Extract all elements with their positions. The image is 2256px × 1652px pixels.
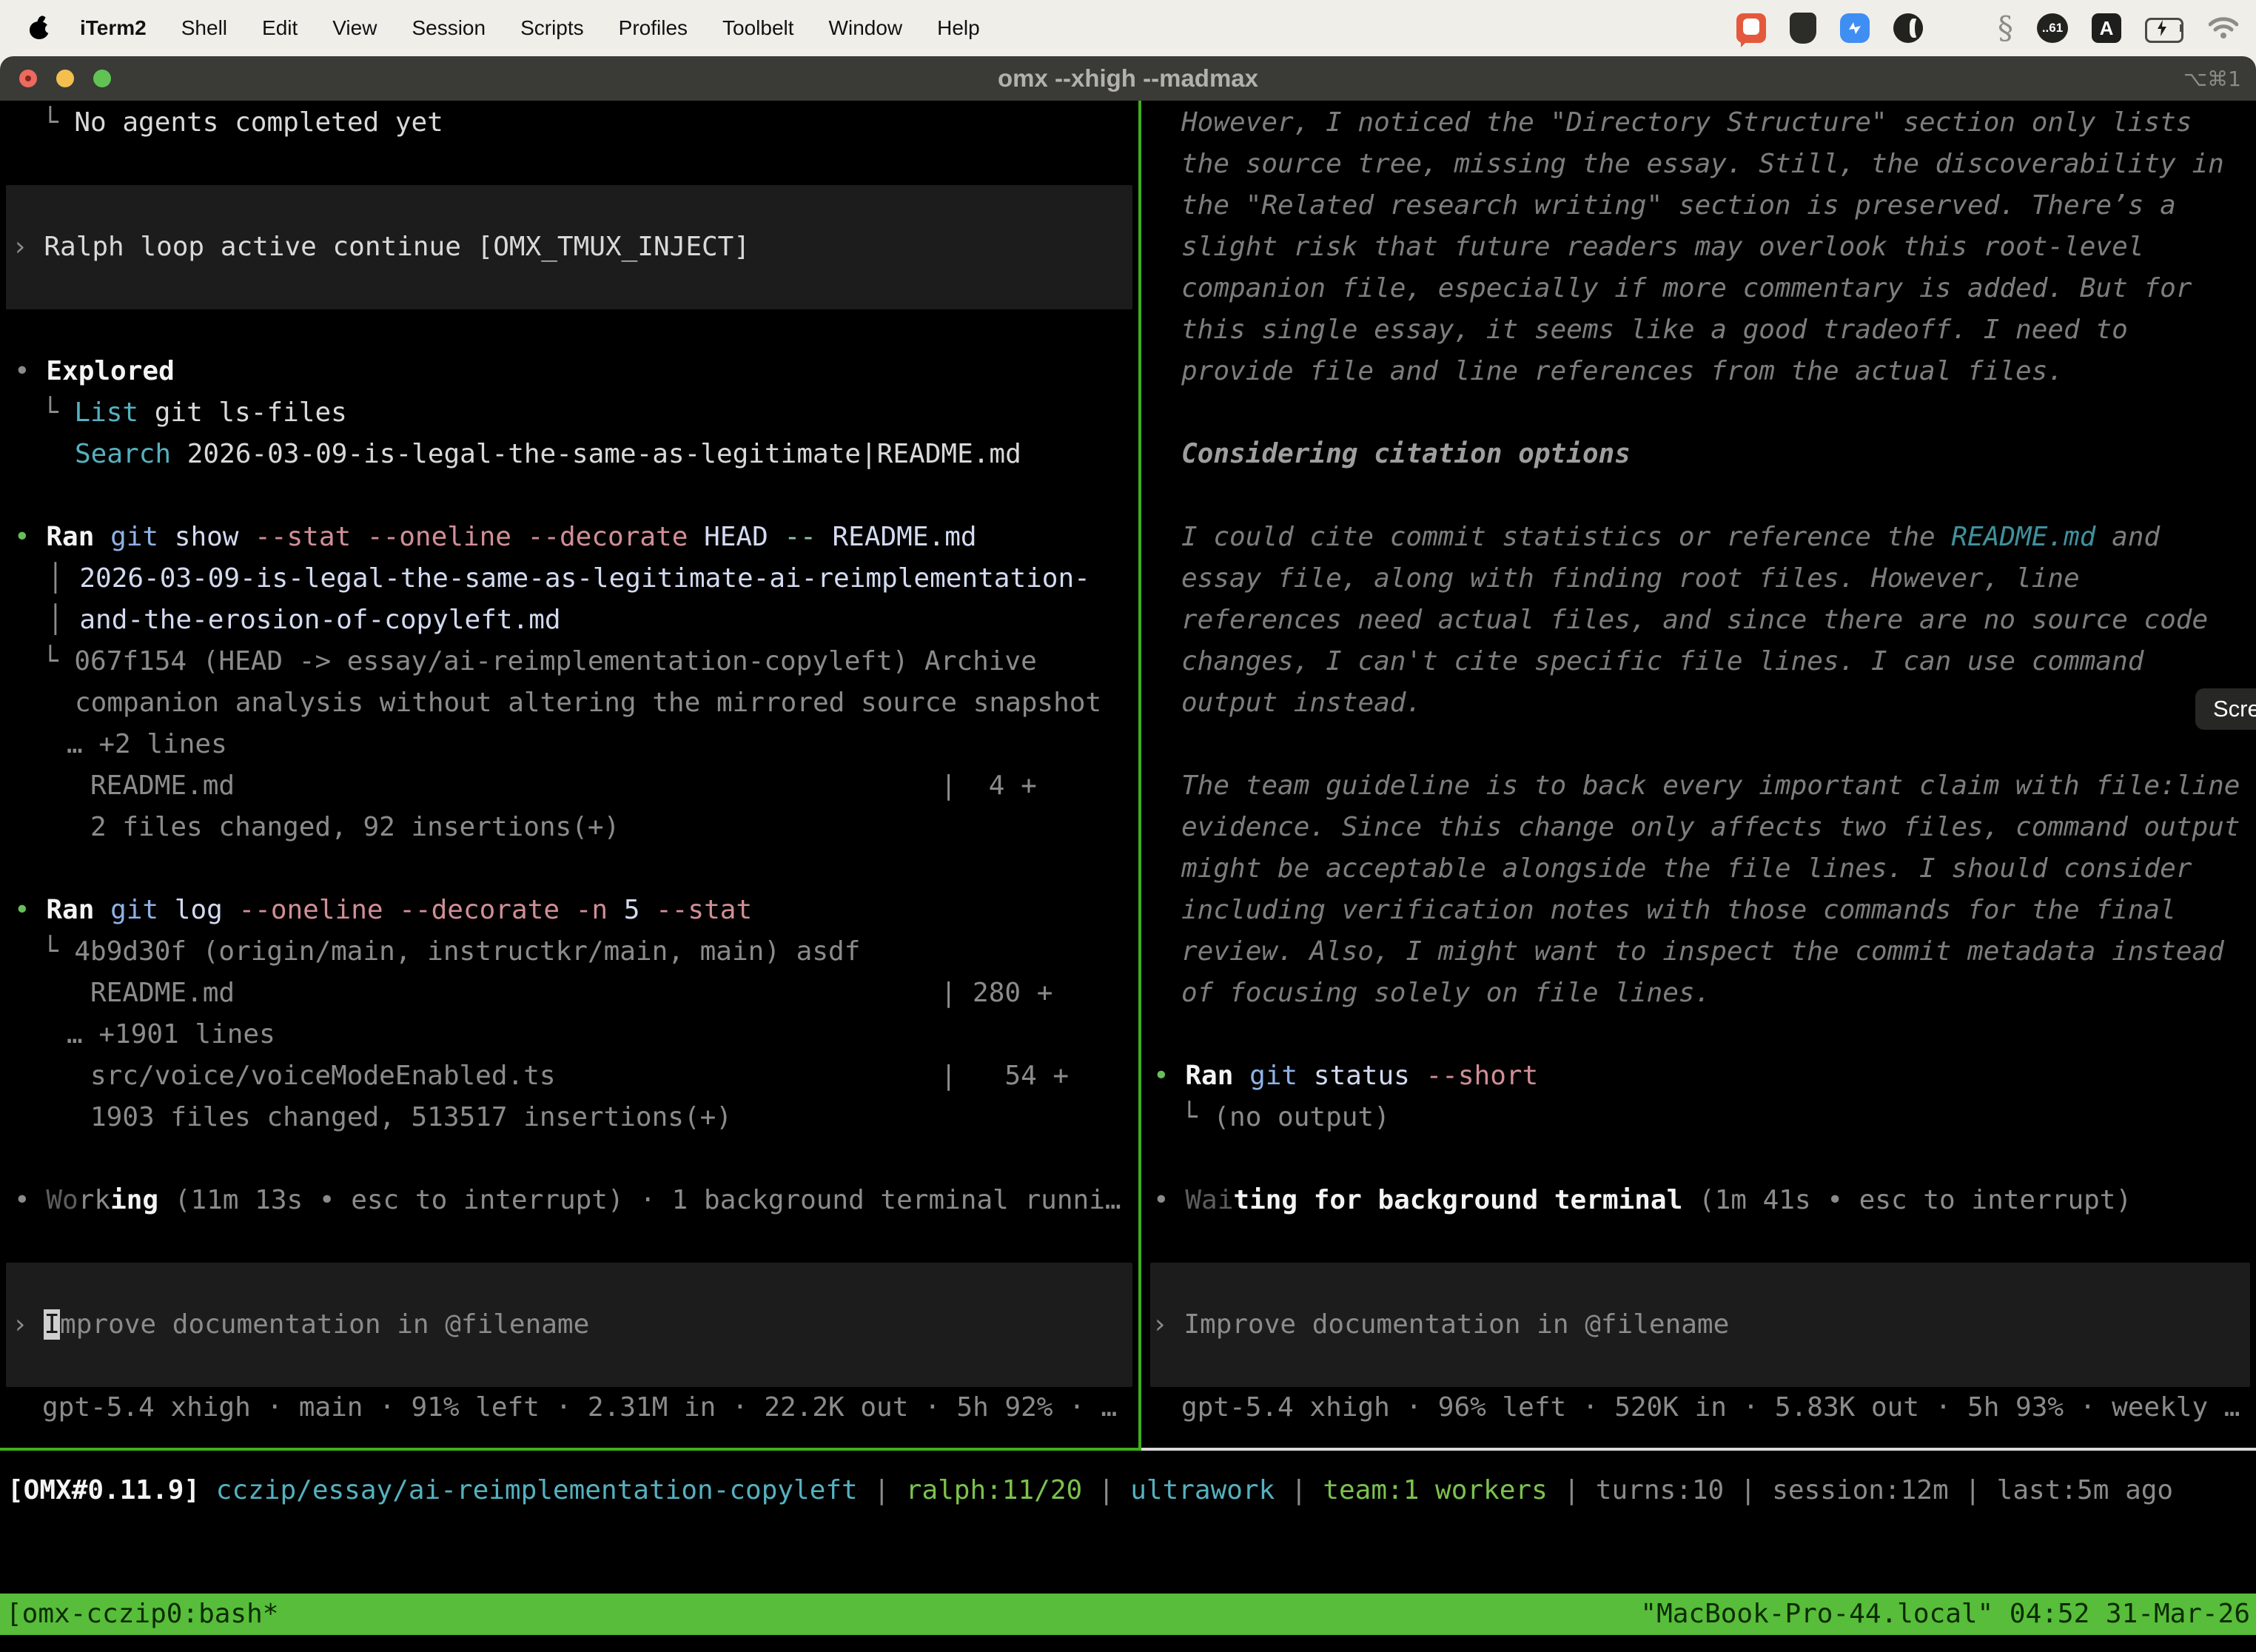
battery-icon[interactable] [2145,18,2185,38]
terminal-line: essay file, along with finding root file… [1181,558,2080,600]
macos-menu-bar: iTerm2 Shell Edit View Session Scripts Profile… [0,0,2256,56]
menu-item-view[interactable]: View [332,16,377,40]
terminal-line: └ (no output) [1181,1097,1390,1138]
crescent-icon[interactable] [1893,13,1923,43]
menu-items: iTerm2 Shell Edit View Session Scripts Profile… [80,16,980,40]
menu-item-shell[interactable]: Shell [181,16,227,40]
session-stats: gpt-5.4 xhigh · main · 91% left · 2.31M … [42,1387,1117,1428]
pane-divider[interactable] [1138,101,1141,1449]
active-pane-border [0,1448,1141,1451]
terminal-line: └ 067f154 (HEAD -> essay/ai-reimplementa… [42,641,1037,682]
terminal-line: The team guideline is to back every impo… [1181,765,2240,807]
terminal-line: … +1901 lines [67,1014,275,1055]
window-controls [19,56,111,101]
menu-item-scripts[interactable]: Scripts [520,16,584,40]
agents-status-line: └ No agents completed yet [42,102,443,144]
bolt-badge-icon[interactable] [1840,13,1870,43]
wifi-icon[interactable] [2209,17,2238,39]
menu-item-toolbelt[interactable]: Toolbelt [722,16,794,40]
terminal-line: … +2 lines [67,724,227,765]
menu-item-iterm2[interactable]: iTerm2 [80,16,147,40]
window-shortcut-badge: ⌥⌘1 [2183,56,2241,101]
overlay-label: Scre [2213,696,2256,722]
terminal-line: of focusing solely on file lines. [1181,973,1711,1014]
working-status: • Working (11m 13s • esc to interrupt) ·… [14,1180,1121,1221]
menu-item-session[interactable]: Session [412,16,486,40]
ran-git-show: • Ran git show --stat --oneline --decora… [14,517,977,558]
terminal-line: the source tree, missing the essay. Stil… [1181,144,2224,185]
chat-app-icon[interactable] [1736,13,1766,43]
zoom-window-button[interactable] [93,70,111,87]
terminal-line: might be acceptable alongside the file l… [1181,848,2192,890]
terminal-line: src/voice/voiceModeEnabled.ts | 54 + [90,1055,1069,1097]
terminal-content: └ No agents completed yet › Ralph loop ac… [0,101,2256,1652]
inactive-pane-border [1141,1448,2256,1451]
terminal-line: changes, I can't cite specific file line… [1181,641,2143,682]
prompt-placeholder: › Improve documentation in @filename [12,1304,589,1346]
dots-grid-icon[interactable] [1947,15,1974,42]
terminal-line: provide file and line references from th… [1181,351,2064,392]
terminal-line: evidence. Since this change only affects… [1181,807,2240,848]
minimize-window-button[interactable] [56,70,74,87]
terminal-line: README.md | 280 + [90,973,1053,1014]
ran-git-status: • Ran git status --short [1153,1055,1538,1097]
terminal-line: review. Also, I might want to inspect th… [1181,931,2224,973]
terminal-line: the "Related research writing" section i… [1181,185,2176,226]
terminal-line: │ and-the-erosion-of-copyleft.md [47,600,561,641]
terminal-line: references need actual files, and since … [1181,600,2208,641]
menu-item-profiles[interactable]: Profiles [619,16,688,40]
terminal-line: slight risk that future readers may over… [1181,226,2143,268]
close-window-button[interactable] [19,70,37,87]
tmux-host-clock: "MacBook-Pro-44.local" 04:52 31-Mar-26 [1640,1594,2250,1635]
window-title: omx --xhigh --madmax [998,64,1258,93]
terminal-line: companion file, especially if more comme… [1181,268,2192,309]
terminal-line: README.md | 4 + [90,765,1037,807]
omx-status-bar: [OMX#0.11.9] cczip/essay/ai-reimplementa… [7,1470,2173,1511]
reasoning-heading: Considering citation options [1181,434,1631,475]
terminal-line: └ 4b9d30f (origin/main, instructkr/main,… [42,931,860,973]
terminal-line: companion analysis without altering the … [75,682,1101,724]
reasoning-text: However, I noticed the "Directory Struct… [1181,102,2192,144]
menu-bar-status-icons: § ..61 A [1736,0,2238,56]
counter-badge-icon[interactable]: ..61 [2037,13,2068,43]
window-title-bar[interactable]: omx --xhigh --madmax ⌥⌘1 [0,56,2256,101]
screen-overlay-chip[interactable]: Scre [2195,688,2256,730]
tmux-status-bar: [omx-cczip0:bash* "MacBook-Pro-44.local"… [0,1594,2256,1635]
terminal-line: Search 2026-03-09-is-legal-the-same-as-l… [75,434,1021,475]
menu-item-edit[interactable]: Edit [262,16,298,40]
terminal-line: I could cite commit statistics or refere… [1181,517,2160,558]
terminal-line: │ 2026-03-09-is-legal-the-same-as-legiti… [47,558,1090,600]
session-stats: gpt-5.4 xhigh · 96% left · 520K in · 5.8… [1181,1387,2240,1428]
terminal-line: └ List git ls-files [42,392,347,434]
menu-item-help[interactable]: Help [937,16,980,40]
menu-item-window[interactable]: Window [829,16,903,40]
waiting-status: • Waiting for background terminal (1m 41… [1153,1180,2132,1221]
prompt-placeholder: › Improve documentation in @filename [1152,1304,1729,1346]
ralph-loop-prompt: › Ralph loop active continue [OMX_TMUX_I… [12,226,750,268]
terminal-line: 2 files changed, 92 insertions(+) [90,807,620,848]
a-app-icon[interactable]: A [2092,13,2121,43]
terminal-line: output instead. [1181,682,1422,724]
terminal-line: 1903 files changed, 513517 insertions(+) [90,1097,732,1138]
explored-header: • Explored [14,351,175,392]
terminal-line: including verification notes with those … [1181,890,2176,931]
ran-git-log: • Ran git log --oneline --decorate -n 5 … [14,890,752,931]
squiggle-icon[interactable]: § [1998,13,2013,43]
terminal-line: this single essay, it seems like a good … [1181,309,2128,351]
shield-grid-icon[interactable] [1790,13,1816,44]
apple-menu-icon[interactable] [30,17,49,39]
tmux-session-label: [omx-cczip0:bash* [6,1594,278,1635]
